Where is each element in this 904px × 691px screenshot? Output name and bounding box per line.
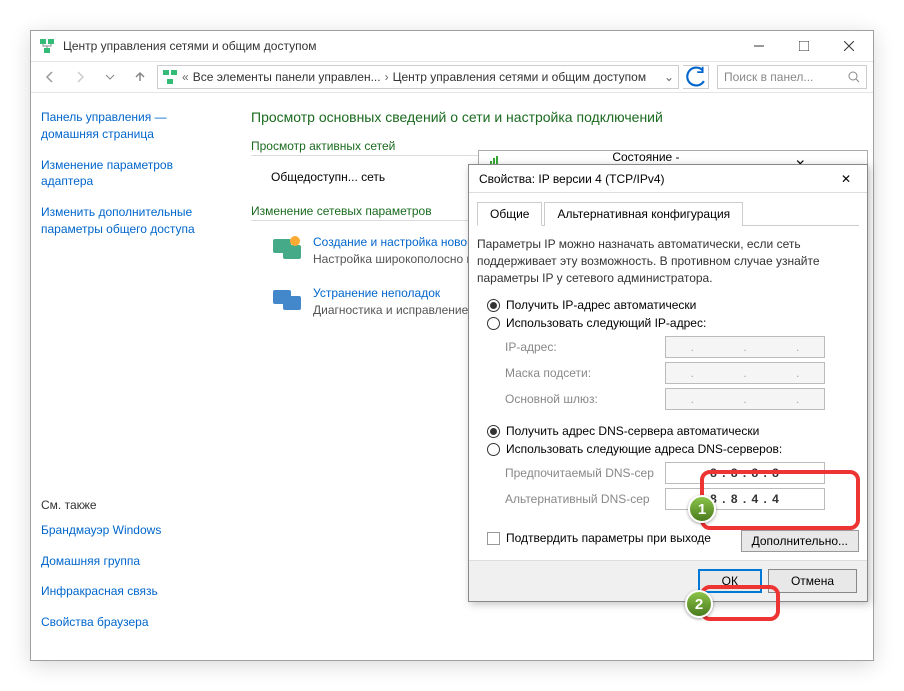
cancel-button[interactable]: Отмена xyxy=(768,569,857,593)
callout-badge-1: 1 xyxy=(688,495,716,523)
up-button[interactable] xyxy=(127,64,153,90)
network-icon xyxy=(162,69,178,85)
gateway-input: ... xyxy=(665,388,825,410)
network-icon xyxy=(39,38,55,54)
search-placeholder: Поиск в панел... xyxy=(724,70,813,84)
chevron-icon: « xyxy=(182,70,189,84)
dns1-input[interactable]: 8 . 8 . 8 . 8 xyxy=(665,462,825,484)
ip-auto-radio[interactable]: Получить IP-адрес автоматически xyxy=(487,298,859,312)
confirm-label: Подтвердить параметры при выходе xyxy=(506,531,711,545)
chevron-down-icon[interactable]: ⌄ xyxy=(664,70,674,84)
search-input[interactable]: Поиск в панел... xyxy=(717,65,867,89)
history-dropdown[interactable] xyxy=(97,64,123,90)
radio-icon xyxy=(487,443,500,456)
tabs: Общие Альтернативная конфигурация xyxy=(477,201,859,226)
sidebar-adapter-link[interactable]: Изменение параметров адаптера xyxy=(41,157,221,191)
page-heading: Просмотр основных сведений о сети и наст… xyxy=(251,109,853,125)
breadcrumb-path[interactable]: « Все элементы панели управлен... › Цент… xyxy=(157,65,679,89)
ip-manual-label: Использовать следующий IP-адрес: xyxy=(506,316,706,330)
sidebar-homegroup-link[interactable]: Домашняя группа xyxy=(41,553,221,570)
titlebar: Центр управления сетями и общим доступом xyxy=(31,31,873,61)
minimize-button[interactable] xyxy=(736,32,781,60)
dns2-label: Альтернативный DNS-сер xyxy=(505,492,665,506)
advanced-button[interactable]: Дополнительно... xyxy=(741,530,859,552)
breadcrumb-bar: « Все элементы панели управлен... › Цент… xyxy=(31,61,873,93)
dialog-close-button[interactable]: ✕ xyxy=(831,167,861,191)
ipv4-properties-dialog: Свойства: IP версии 4 (TCP/IPv4) ✕ Общие… xyxy=(468,164,868,602)
sidebar-home-link[interactable]: Панель управления — домашняя страница xyxy=(41,109,221,143)
ip-auto-label: Получить IP-адрес автоматически xyxy=(506,298,696,312)
maximize-button[interactable] xyxy=(781,32,826,60)
callout-badge-2: 2 xyxy=(685,590,713,618)
ok-button[interactable]: ОК xyxy=(698,569,762,593)
subnet-mask-input: ... xyxy=(665,362,825,384)
confirm-checkbox[interactable] xyxy=(487,532,500,545)
ip-address-label: IP-адрес: xyxy=(505,340,665,354)
new-connection-icon xyxy=(271,235,303,263)
refresh-button[interactable] xyxy=(683,65,709,89)
sidebar-infrared-link[interactable]: Инфракрасная связь xyxy=(41,583,221,600)
breadcrumb-item[interactable]: Все элементы панели управлен... xyxy=(193,70,381,84)
sidebar-firewall-link[interactable]: Брандмауэр Windows xyxy=(41,522,221,539)
radio-icon xyxy=(487,317,500,330)
close-button[interactable] xyxy=(826,32,871,60)
troubleshoot-icon xyxy=(271,286,303,314)
radio-icon xyxy=(487,425,500,438)
sidebar: Панель управления — домашняя страница Из… xyxy=(31,93,231,660)
forward-button[interactable] xyxy=(67,64,93,90)
sidebar-browser-link[interactable]: Свойства браузера xyxy=(41,614,221,631)
dialog-title: Свойства: IP версии 4 (TCP/IPv4) xyxy=(479,172,831,186)
window-title: Центр управления сетями и общим доступом xyxy=(63,39,736,53)
gateway-label: Основной шлюз: xyxy=(505,392,665,406)
dns1-label: Предпочитаемый DNS-сер xyxy=(505,466,665,480)
ip-manual-radio[interactable]: Использовать следующий IP-адрес: xyxy=(487,316,859,330)
ip-address-input: ... xyxy=(665,336,825,358)
back-button[interactable] xyxy=(37,64,63,90)
breadcrumb-item[interactable]: Центр управления сетями и общим доступом xyxy=(393,70,647,84)
dns-manual-radio[interactable]: Использовать следующие адреса DNS-сервер… xyxy=(487,442,859,456)
chevron-right-icon: › xyxy=(385,70,389,84)
dns-auto-label: Получить адрес DNS-сервера автоматически xyxy=(506,424,759,438)
info-text: Параметры IP можно назначать автоматичес… xyxy=(477,236,859,286)
tab-general[interactable]: Общие xyxy=(477,202,542,226)
dns-auto-radio[interactable]: Получить адрес DNS-сервера автоматически xyxy=(487,424,859,438)
subnet-mask-label: Маска подсети: xyxy=(505,366,665,380)
see-also-heading: См. также xyxy=(41,498,221,512)
network-type-label: Общедоступн... сеть xyxy=(271,170,385,184)
sidebar-sharing-link[interactable]: Изменить дополнительные параметры общего… xyxy=(41,204,221,238)
dns-manual-label: Использовать следующие адреса DNS-сервер… xyxy=(506,442,782,456)
tab-alternate[interactable]: Альтернативная конфигурация xyxy=(544,202,743,226)
radio-icon xyxy=(487,299,500,312)
